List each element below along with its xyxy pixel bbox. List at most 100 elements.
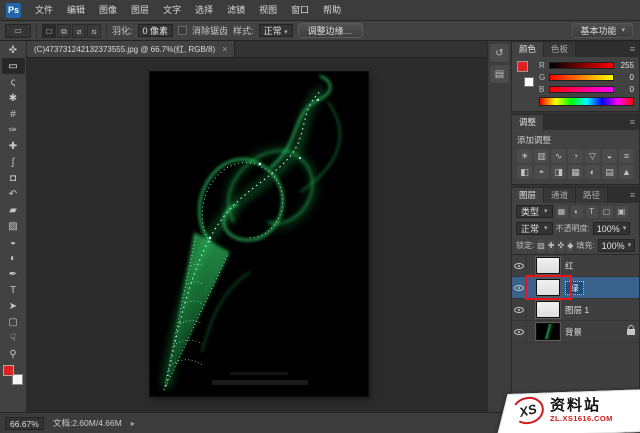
- lock-position-icon[interactable]: ✜: [558, 240, 565, 252]
- background-color-swatch[interactable]: [524, 77, 534, 87]
- visibility-toggle[interactable]: [512, 321, 527, 342]
- hand-tool[interactable]: ☟: [2, 330, 25, 346]
- menu-select[interactable]: 选择: [188, 0, 220, 20]
- antialias-checkbox[interactable]: [178, 26, 187, 35]
- document-tab[interactable]: (C)473731242132373555.jpg @ 66.7%(红, RGB…: [27, 41, 235, 57]
- healing-brush-tool[interactable]: ✚: [2, 138, 25, 154]
- new-selection-icon[interactable]: □: [42, 24, 56, 38]
- tab-swatches[interactable]: 色板: [544, 42, 576, 57]
- curves-icon[interactable]: ∿: [551, 149, 566, 163]
- brightness-contrast-icon[interactable]: ☀: [517, 149, 532, 163]
- refine-edge-button[interactable]: 调整边缘…: [298, 23, 363, 38]
- foreground-color-swatch[interactable]: [517, 61, 528, 72]
- opacity-input[interactable]: 100% ▾: [593, 222, 631, 235]
- shape-tool[interactable]: ▢: [2, 314, 25, 330]
- panel-menu-icon[interactable]: ≡: [626, 188, 639, 203]
- move-tool[interactable]: ✜: [2, 42, 25, 58]
- layer-name[interactable]: 背景: [565, 326, 582, 338]
- visibility-toggle[interactable]: [512, 277, 527, 298]
- properties-panel-icon[interactable]: ▤: [490, 65, 509, 83]
- document-image[interactable]: [150, 72, 368, 396]
- blur-tool[interactable]: ◒: [2, 234, 25, 250]
- lasso-tool[interactable]: ς: [2, 74, 25, 90]
- menu-filter[interactable]: 滤镜: [220, 0, 252, 20]
- history-panel-icon[interactable]: ↺: [490, 44, 509, 62]
- menu-type[interactable]: 文字: [156, 0, 188, 20]
- lock-all-icon[interactable]: ◆: [567, 240, 573, 252]
- visibility-toggle[interactable]: [512, 255, 527, 276]
- black-white-icon[interactable]: ◧: [517, 165, 532, 179]
- menu-edit[interactable]: 编辑: [60, 0, 92, 20]
- fill-input[interactable]: 100% ▾: [598, 239, 636, 252]
- zoom-tool[interactable]: ⚲: [2, 346, 25, 362]
- close-icon[interactable]: ×: [222, 44, 227, 54]
- visibility-toggle[interactable]: [512, 299, 527, 320]
- zoom-level-field[interactable]: 66.67%: [5, 417, 44, 430]
- threshold-icon[interactable]: ▲: [619, 165, 634, 179]
- filter-type-layers-icon[interactable]: T: [586, 206, 598, 218]
- menu-file[interactable]: 文件: [28, 0, 60, 20]
- menu-view[interactable]: 视图: [252, 0, 284, 20]
- marquee-tool[interactable]: ▭: [2, 58, 25, 74]
- menu-help[interactable]: 帮助: [316, 0, 348, 20]
- posterize-icon[interactable]: ▤: [602, 165, 617, 179]
- panel-menu-icon[interactable]: ≡: [626, 42, 639, 57]
- blend-mode-select[interactable]: 正常 ▾: [516, 222, 553, 235]
- menu-window[interactable]: 窗口: [284, 0, 316, 20]
- red-slider[interactable]: [549, 62, 614, 69]
- intersect-selection-icon[interactable]: ⧅: [87, 24, 101, 38]
- style-select[interactable]: 正常 ▾: [259, 24, 293, 37]
- color-lookup-icon[interactable]: ▦: [568, 165, 583, 179]
- crop-tool[interactable]: #: [2, 106, 25, 122]
- type-tool[interactable]: T: [2, 282, 25, 298]
- dodge-tool[interactable]: ◐: [2, 250, 25, 266]
- feather-input[interactable]: 0 像素: [138, 24, 174, 37]
- layer-row-green[interactable]: 绿: [512, 277, 639, 299]
- subtract-selection-icon[interactable]: ⧄: [72, 24, 86, 38]
- layer-row-red[interactable]: 红: [512, 255, 639, 277]
- layer-thumbnail[interactable]: [536, 279, 560, 296]
- clone-stamp-tool[interactable]: ◘: [2, 170, 25, 186]
- add-selection-icon[interactable]: ⧉: [57, 24, 71, 38]
- tab-channels[interactable]: 通道: [544, 188, 576, 203]
- history-brush-tool[interactable]: ↶: [2, 186, 25, 202]
- layer-row-background[interactable]: 背景: [512, 321, 639, 343]
- green-slider[interactable]: [549, 74, 614, 81]
- layer-thumbnail[interactable]: [536, 323, 560, 340]
- layer-thumbnail[interactable]: [536, 301, 560, 318]
- color-spectrum-ramp[interactable]: [539, 97, 634, 106]
- tab-adjustments[interactable]: 调整: [512, 115, 544, 130]
- tab-color[interactable]: 颜色: [512, 42, 544, 57]
- foreground-color-swatch[interactable]: [3, 365, 14, 376]
- levels-icon[interactable]: ▥: [534, 149, 549, 163]
- green-value[interactable]: 0: [617, 73, 634, 82]
- workspace-switcher[interactable]: 基本功能 ▾: [572, 23, 633, 38]
- red-value[interactable]: 255: [617, 61, 634, 70]
- hue-saturation-icon[interactable]: ◒: [602, 149, 617, 163]
- eraser-tool[interactable]: ▰: [2, 202, 25, 218]
- lock-pixels-icon[interactable]: ✚: [548, 240, 555, 252]
- quick-selection-tool[interactable]: ✱: [2, 90, 25, 106]
- menu-layer[interactable]: 图层: [124, 0, 156, 20]
- exposure-icon[interactable]: ◔: [568, 149, 583, 163]
- blue-slider[interactable]: [549, 86, 614, 93]
- tab-layers[interactable]: 图层: [512, 188, 544, 203]
- layer-row-layer1[interactable]: 图层 1: [512, 299, 639, 321]
- color-balance-icon[interactable]: ≡: [619, 149, 634, 163]
- vibrance-icon[interactable]: ▽: [585, 149, 600, 163]
- lock-transparency-icon[interactable]: ▨: [537, 240, 545, 252]
- tool-preset-picker[interactable]: ▭: [5, 24, 31, 38]
- filter-shape-layers-icon[interactable]: ▢: [601, 206, 613, 218]
- photo-filter-icon[interactable]: ◓: [534, 165, 549, 179]
- filter-pixel-layers-icon[interactable]: ▦: [556, 206, 568, 218]
- layer-thumbnail[interactable]: [536, 257, 560, 274]
- gradient-tool[interactable]: ▨: [2, 218, 25, 234]
- layer-name-edit-field[interactable]: 绿: [565, 281, 584, 295]
- invert-icon[interactable]: ◐: [585, 165, 600, 179]
- blue-value[interactable]: 0: [617, 85, 634, 94]
- layer-filter-select[interactable]: 类型 ▾: [516, 205, 553, 218]
- panel-menu-icon[interactable]: ≡: [626, 115, 639, 130]
- tab-paths[interactable]: 路径: [576, 188, 608, 203]
- status-popup-arrow-icon[interactable]: ▸: [131, 419, 135, 428]
- layer-name[interactable]: 图层 1: [565, 304, 589, 316]
